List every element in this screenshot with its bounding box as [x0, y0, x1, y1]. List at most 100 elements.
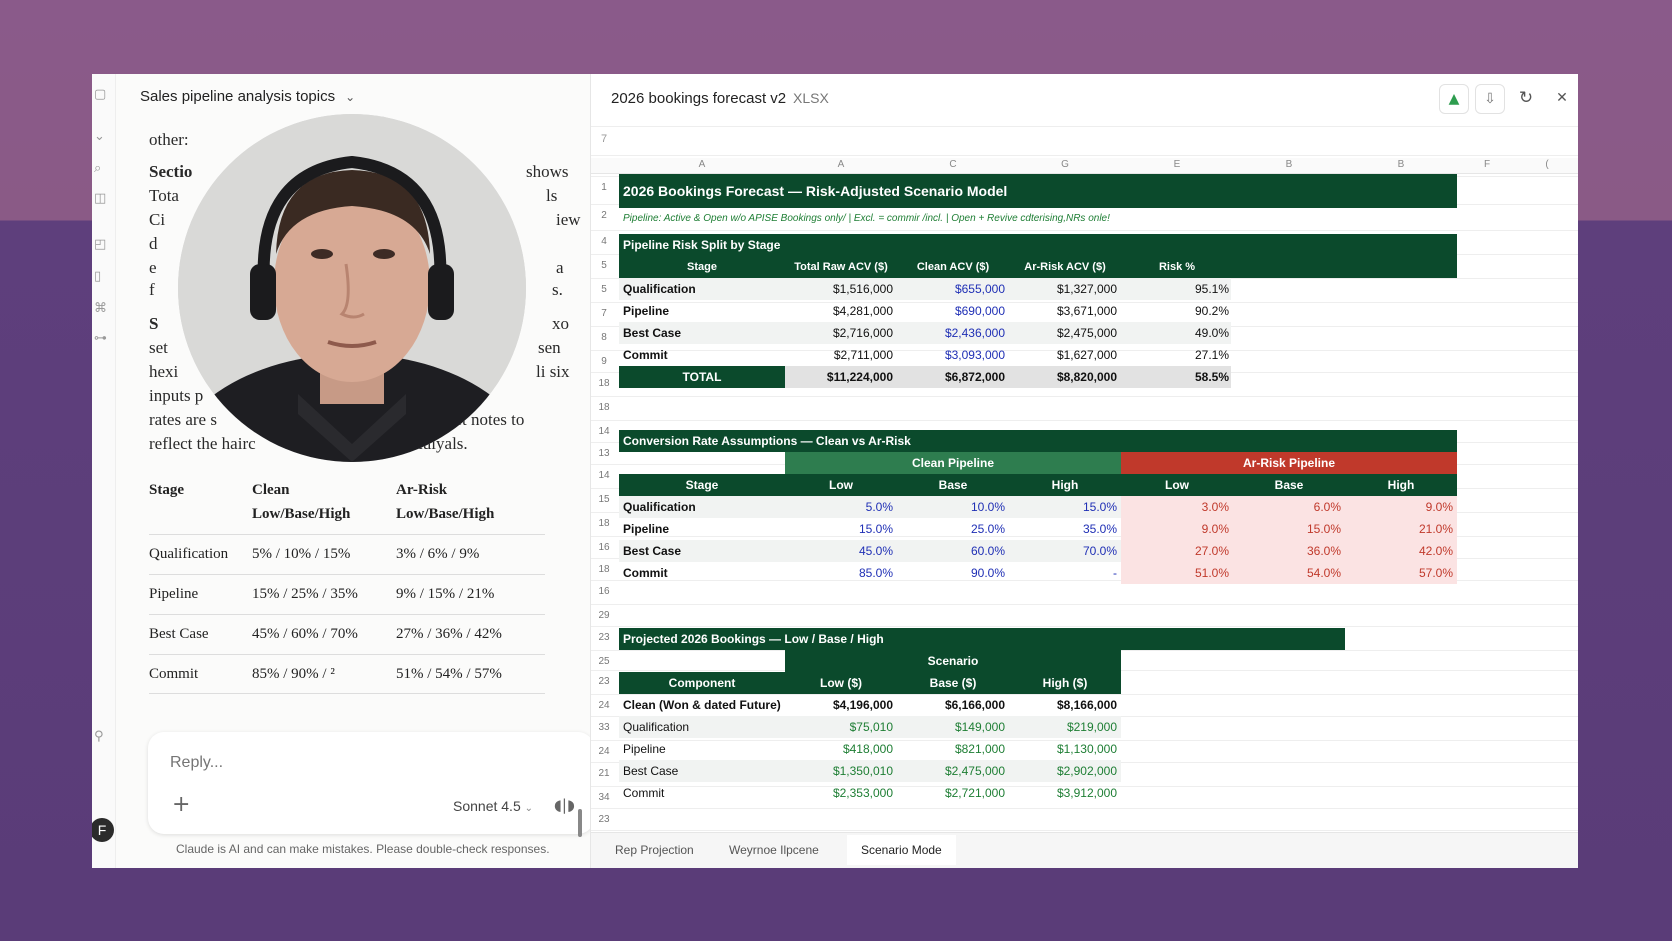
- sheet-cell[interactable]: $6,166,000: [897, 694, 1009, 716]
- row-number[interactable]: 25: [591, 656, 617, 667]
- sheet-cell[interactable]: $2,475,000: [1009, 322, 1121, 344]
- row-number[interactable]: 24: [591, 746, 617, 757]
- column-header[interactable]: B: [1233, 159, 1345, 170]
- voice-mode-icon[interactable]: ◖|◗: [554, 796, 575, 814]
- row-number[interactable]: 23: [591, 676, 617, 687]
- sheet-cell[interactable]: $2,902,000: [1009, 760, 1121, 782]
- chevron-down-icon[interactable]: ⌄: [345, 90, 355, 104]
- sheet-cell[interactable]: 90.0%: [897, 562, 1009, 584]
- row-number[interactable]: 2: [591, 210, 617, 221]
- sheet-cell[interactable]: Pipeline: [619, 300, 785, 322]
- sheet-cell[interactable]: 6.0%: [1233, 496, 1345, 518]
- sheet-cell[interactable]: 15.0%: [1009, 496, 1121, 518]
- sidebar-toggle-icon[interactable]: ▢: [94, 88, 108, 102]
- sheet-cell[interactable]: 60.0%: [897, 540, 1009, 562]
- column-label[interactable]: Stage: [619, 256, 785, 278]
- scenario-label[interactable]: Scenario: [785, 650, 1121, 672]
- sheet-cell[interactable]: Pipeline: [619, 738, 785, 760]
- row-number[interactable]: 24: [591, 700, 617, 711]
- column-label[interactable]: Stage: [619, 474, 785, 496]
- row-number[interactable]: 21: [591, 768, 617, 779]
- column-label[interactable]: High: [1009, 474, 1121, 496]
- column-label[interactable]: Base ($): [897, 672, 1009, 694]
- sheet-cell[interactable]: 15.0%: [1233, 518, 1345, 540]
- chevron-icon[interactable]: ⌄: [94, 130, 108, 144]
- sheet-cell[interactable]: $1,350,010: [785, 760, 897, 782]
- row-number[interactable]: 4: [591, 236, 617, 247]
- sheet-cell[interactable]: $1,516,000: [785, 278, 897, 300]
- formula-bar[interactable]: 7: [591, 126, 1578, 156]
- row-number[interactable]: 8: [591, 332, 617, 343]
- tab-scenario-mode[interactable]: Scenario Mode: [847, 835, 956, 865]
- google-drive-button[interactable]: ▲: [1439, 84, 1469, 114]
- sheet-cell[interactable]: Commit: [619, 782, 785, 804]
- section-title[interactable]: Conversion Rate Assumptions — Clean vs A…: [619, 430, 919, 452]
- sheet-cell[interactable]: 85.0%: [785, 562, 897, 584]
- sheet-cell[interactable]: $1,130,000: [1009, 738, 1121, 760]
- sheet-cell[interactable]: 27.1%: [1121, 344, 1233, 366]
- row-number[interactable]: 14: [591, 426, 617, 437]
- sheet-cell[interactable]: Clean (Won & dated Future): [619, 694, 785, 716]
- add-attachment-button[interactable]: +: [172, 792, 190, 817]
- chat-icon[interactable]: ◫: [94, 192, 108, 206]
- sheet-cell[interactable]: $1,627,000: [1009, 344, 1121, 366]
- column-header[interactable]: C: [897, 159, 1009, 170]
- sheet-cell[interactable]: 90.2%: [1121, 300, 1233, 322]
- model-selector[interactable]: Sonnet 4.5 ⌄: [453, 798, 533, 814]
- tab-rep-projection[interactable]: Rep Projection: [615, 843, 694, 857]
- sheet-cell[interactable]: $2,475,000: [897, 760, 1009, 782]
- sheet-cell[interactable]: $2,353,000: [785, 782, 897, 804]
- reply-input[interactable]: [170, 754, 470, 772]
- settings-icon[interactable]: ⚲: [94, 730, 108, 744]
- sheet-cell[interactable]: Pipeline: [619, 518, 785, 540]
- total-cell[interactable]: 58.5%: [1121, 366, 1233, 388]
- sheet-cell[interactable]: $418,000: [785, 738, 897, 760]
- sheet-cell[interactable]: 45.0%: [785, 540, 897, 562]
- row-number[interactable]: 16: [591, 542, 617, 553]
- sheet-cell[interactable]: $3,671,000: [1009, 300, 1121, 322]
- sheet-cell[interactable]: 57.0%: [1345, 562, 1457, 584]
- sheet-cell[interactable]: $821,000: [897, 738, 1009, 760]
- row-number[interactable]: 23: [591, 814, 617, 825]
- row-number[interactable]: 15: [591, 494, 617, 505]
- row-number[interactable]: 18: [591, 518, 617, 529]
- total-cell[interactable]: $11,224,000: [785, 366, 897, 388]
- sheet-cell[interactable]: 21.0%: [1345, 518, 1457, 540]
- total-cell[interactable]: $8,820,000: [1009, 366, 1121, 388]
- sheet-cell[interactable]: Best Case: [619, 540, 785, 562]
- sheet-cell[interactable]: Qualification: [619, 716, 785, 738]
- sheet-cell[interactable]: 10.0%: [897, 496, 1009, 518]
- sheet-cell[interactable]: $4,196,000: [785, 694, 897, 716]
- sheet-cell[interactable]: $2,711,000: [785, 344, 897, 366]
- column-label[interactable]: Low: [1121, 474, 1233, 496]
- sheet-cell[interactable]: 70.0%: [1009, 540, 1121, 562]
- row-number[interactable]: 33: [591, 722, 617, 733]
- sheet-cell[interactable]: 9.0%: [1345, 496, 1457, 518]
- sheet-cell[interactable]: 15.0%: [785, 518, 897, 540]
- artifact-icon[interactable]: ▯: [94, 270, 108, 284]
- row-number[interactable]: 9: [591, 356, 617, 367]
- row-number[interactable]: 18: [591, 402, 617, 413]
- sheet-cell[interactable]: $655,000: [897, 278, 1009, 300]
- sheet-title[interactable]: 2026 Bookings Forecast — Risk-Adjusted S…: [619, 174, 1457, 208]
- column-label[interactable]: Low ($): [785, 672, 897, 694]
- column-header[interactable]: (: [1517, 159, 1577, 170]
- column-label[interactable]: Risk %: [1121, 256, 1233, 278]
- project-icon[interactable]: ◰: [94, 238, 108, 252]
- column-label[interactable]: Base: [897, 474, 1009, 496]
- column-header[interactable]: G: [1009, 159, 1121, 170]
- sheet-cell[interactable]: 3.0%: [1121, 496, 1233, 518]
- code-icon[interactable]: ⌘: [94, 302, 108, 316]
- sheet-cell[interactable]: 9.0%: [1121, 518, 1233, 540]
- row-number[interactable]: 1: [591, 182, 617, 193]
- sheet-cell[interactable]: $3,912,000: [1009, 782, 1121, 804]
- sheet-subtitle[interactable]: Pipeline: Active & Open w/o APISE Bookin…: [619, 208, 1457, 230]
- row-number[interactable]: 5: [591, 260, 617, 271]
- close-button[interactable]: ✕: [1547, 84, 1577, 114]
- column-label[interactable]: Ar-Risk ACV ($): [1009, 256, 1121, 278]
- sheet-cell[interactable]: 54.0%: [1233, 562, 1345, 584]
- tab-weyrnoe[interactable]: Weyrnoe Ilpcene: [729, 843, 819, 857]
- sheet-cell[interactable]: $2,721,000: [897, 782, 1009, 804]
- row-number[interactable]: 7: [591, 308, 617, 319]
- sheet-cell[interactable]: $1,327,000: [1009, 278, 1121, 300]
